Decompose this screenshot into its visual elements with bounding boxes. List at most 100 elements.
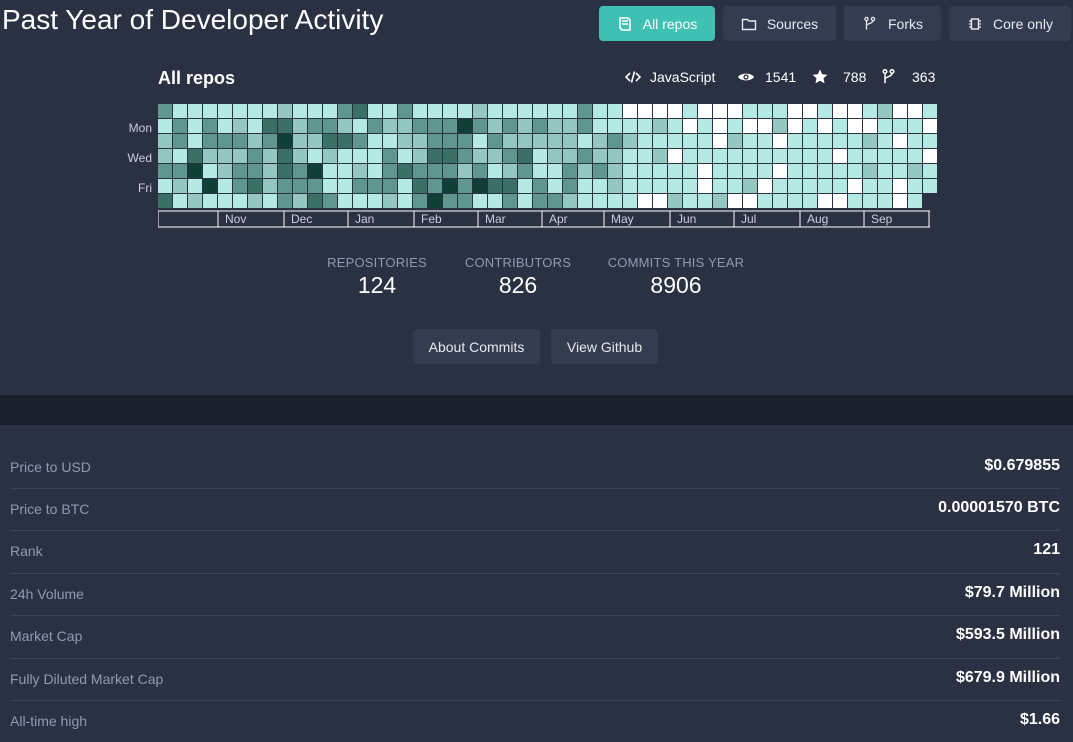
heatmap-cell — [593, 134, 607, 148]
heatmap-cell — [563, 179, 577, 193]
heatmap-cell — [233, 119, 247, 133]
heatmap-cell — [608, 119, 622, 133]
heatmap-cell — [878, 179, 892, 193]
heatmap-cell — [848, 194, 862, 208]
heatmap-cell — [833, 164, 847, 178]
repo-title: All repos — [158, 68, 236, 88]
heatmap-cell — [713, 149, 727, 163]
heatmap-cell — [308, 134, 322, 148]
heatmap-cell — [413, 134, 427, 148]
heatmap-cell — [203, 149, 217, 163]
heatmap-cell — [593, 164, 607, 178]
heatmap-cell — [878, 149, 892, 163]
heatmap-cell — [203, 119, 217, 133]
heatmap-cell — [218, 104, 232, 118]
heatmap-cell — [248, 179, 262, 193]
heatmap-cell — [173, 119, 187, 133]
heatmap-cell — [203, 194, 217, 208]
heatmap-cell — [353, 104, 367, 118]
heatmap-cell — [893, 149, 907, 163]
heatmap-cell — [158, 104, 172, 118]
heatmap-cell — [818, 149, 832, 163]
heatmap-cell — [323, 119, 337, 133]
view-github-button[interactable]: View Github — [551, 329, 658, 364]
heatmap-cell — [518, 179, 532, 193]
stat-label: REPOSITORIES — [327, 255, 427, 270]
heatmap-cell — [563, 164, 577, 178]
core-only-button[interactable]: Core only — [949, 6, 1071, 41]
heatmap-cell — [533, 134, 547, 148]
forks-label: Forks — [888, 15, 923, 32]
heatmap-cell — [203, 164, 217, 178]
heatmap-cell — [878, 164, 892, 178]
heatmap-cell — [563, 134, 577, 148]
heatmap-cell — [653, 149, 667, 163]
heatmap-cell — [458, 104, 472, 118]
heatmap-cell — [788, 149, 802, 163]
heatmap-cell — [788, 134, 802, 148]
watchers-info: 1541 — [735, 68, 796, 86]
heatmap-cell — [743, 104, 757, 118]
heatmap-cell — [788, 194, 802, 208]
heatmap-cell — [458, 194, 472, 208]
heatmap-cell — [908, 179, 922, 193]
heatmap-cell — [488, 164, 502, 178]
heatmap-cell — [218, 134, 232, 148]
eye-icon — [738, 73, 754, 81]
heatmap-cell — [278, 104, 292, 118]
heatmap-cell — [548, 164, 562, 178]
heatmap-cell — [863, 149, 877, 163]
heatmap-cell — [518, 164, 532, 178]
heatmap-cell — [263, 119, 277, 133]
heatmap-cell — [308, 194, 322, 208]
table-row: Market Cap $593.5 Million — [0, 615, 1073, 657]
heatmap-cell — [578, 104, 592, 118]
all-repos-button[interactable]: All repos — [599, 6, 715, 41]
heatmap-cell — [863, 179, 877, 193]
row-label: Fully Diluted Market Cap — [10, 671, 164, 687]
row-label: 24h Volume — [10, 586, 84, 602]
heatmap-cell — [833, 194, 847, 208]
heatmap-cell — [503, 119, 517, 133]
forks-button[interactable]: Forks — [844, 6, 941, 41]
heatmap-cell — [263, 164, 277, 178]
heatmap-cell — [218, 164, 232, 178]
heatmap-cell — [653, 194, 667, 208]
heatmap-cell — [638, 134, 652, 148]
heatmap-cell — [908, 194, 922, 208]
sources-button[interactable]: Sources — [723, 6, 836, 41]
about-commits-button[interactable]: About Commits — [413, 329, 540, 364]
heatmap-cell — [503, 134, 517, 148]
heatmap-cell — [833, 179, 847, 193]
heatmap-cell — [158, 149, 172, 163]
heatmap-cell — [323, 179, 337, 193]
heatmap-cell — [293, 104, 307, 118]
core-only-label: Core only — [993, 15, 1053, 32]
heatmap-cell — [668, 194, 682, 208]
heatmap-cell — [428, 134, 442, 148]
heatmap-cell — [203, 104, 217, 118]
heatmap-cell — [248, 194, 262, 208]
heatmap-cell — [368, 194, 382, 208]
page-title: Past Year of Developer Activity — [2, 4, 384, 35]
heatmap-cell — [533, 119, 547, 133]
heatmap-cell — [248, 134, 262, 148]
heatmap-cell — [923, 104, 937, 118]
heatmap-cell — [248, 164, 262, 178]
heatmap-cell — [653, 164, 667, 178]
heatmap-cell — [728, 179, 742, 193]
heatmap-cell — [173, 134, 187, 148]
heatmap-cell — [668, 134, 682, 148]
month-label: May — [611, 212, 634, 226]
row-label: Price to BTC — [10, 501, 90, 517]
heatmap-cell — [308, 149, 322, 163]
heatmap-cell — [338, 134, 352, 148]
heatmap-cell — [773, 194, 787, 208]
fork-icon — [864, 16, 876, 30]
table-row: Rank 121 — [0, 530, 1073, 572]
month-label: Sep — [871, 212, 893, 226]
heatmap-cell — [383, 179, 397, 193]
heatmap-cell — [368, 119, 382, 133]
heatmap-cell — [683, 179, 697, 193]
heatmap-cell — [653, 104, 667, 118]
